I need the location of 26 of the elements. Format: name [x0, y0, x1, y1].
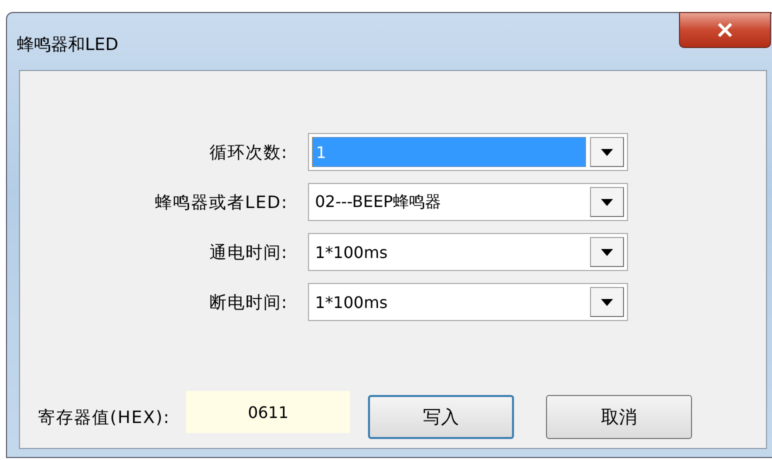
register-value: 0611	[186, 391, 350, 433]
dialog-button[interactable]: 取消	[546, 395, 692, 439]
dropdown-value: 1*100ms	[314, 292, 389, 314]
field-label: 蜂鸣器或者LED:	[154, 192, 288, 214]
dropdown-button[interactable]	[590, 237, 624, 267]
caret-icon	[601, 198, 613, 206]
dropdown-button[interactable]	[590, 187, 624, 217]
field-label: 断电时间:	[208, 292, 288, 314]
dropdown-button[interactable]	[590, 287, 624, 317]
caret-icon	[601, 298, 613, 306]
field-label: 循环次数:	[208, 142, 288, 164]
dropdown[interactable]: 02---BEEP蜂鸣器	[308, 183, 628, 221]
register-label: 寄存器值(HEX):	[38, 406, 170, 428]
dropdown[interactable]: 1*100ms	[308, 283, 628, 321]
dropdown-value: 02---BEEP蜂鸣器	[314, 190, 442, 212]
dialog-button[interactable]: 写入	[368, 395, 514, 439]
caret-icon	[601, 248, 613, 256]
field-label: 通电时间:	[208, 242, 288, 264]
dropdown-button[interactable]	[590, 137, 624, 167]
dropdown-value: 1	[312, 137, 586, 167]
close-button[interactable]	[679, 12, 771, 48]
dropdown-value: 1*100ms	[314, 242, 389, 264]
caret-icon	[601, 148, 613, 156]
close-icon	[717, 23, 733, 37]
window-title: 蜂鸣器和LED	[17, 34, 118, 56]
dropdown[interactable]: 1*100ms	[308, 233, 628, 271]
